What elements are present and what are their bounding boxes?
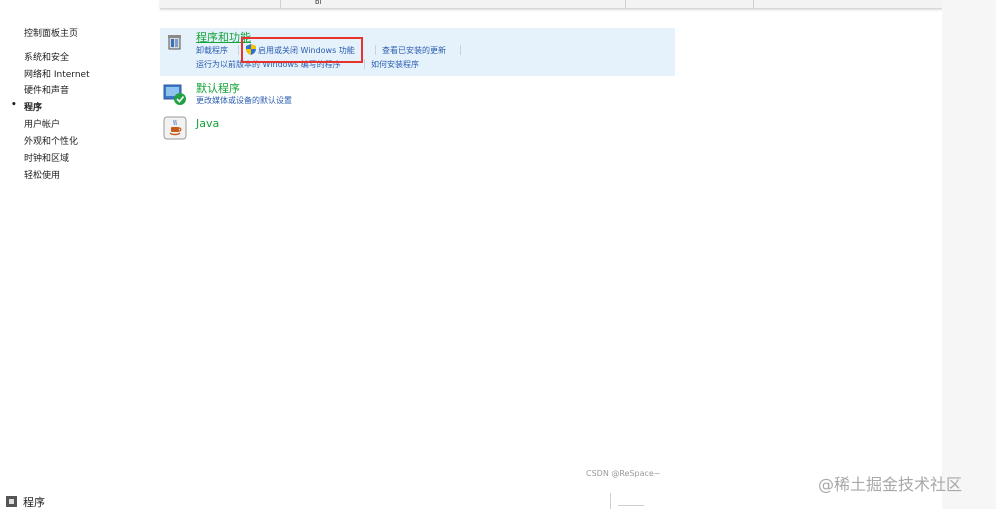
taskbar-programs-label: 程序 bbox=[23, 496, 45, 509]
default-programs-title[interactable]: 默认程序 bbox=[196, 80, 240, 96]
top-divider bbox=[280, 0, 281, 8]
java-icon bbox=[163, 116, 187, 143]
link-separator bbox=[375, 45, 376, 55]
bottom-divider bbox=[610, 493, 611, 509]
link-separator bbox=[238, 45, 239, 55]
sidebar-item-programs[interactable]: • 程序 bbox=[11, 100, 43, 113]
sidebar-item-ease-of-access[interactable]: 轻松使用 bbox=[24, 168, 60, 181]
sidebar-item-network[interactable]: 网络和 Internet bbox=[24, 67, 90, 80]
top-divider bbox=[625, 0, 626, 8]
change-default-settings-link[interactable]: 更改媒体或设备的默认设置 bbox=[196, 95, 292, 106]
right-strip bbox=[942, 0, 996, 509]
sidebar-item-clock-region[interactable]: 时钟和区域 bbox=[24, 151, 69, 164]
window-top-bar: bl bbox=[160, 0, 942, 9]
taskbar-programs-item[interactable]: 程序 bbox=[6, 494, 45, 510]
control-panel-icon bbox=[6, 496, 17, 507]
current-bullet: • bbox=[11, 100, 17, 110]
default-programs-icon bbox=[163, 84, 187, 109]
csdn-watermark: CSDN @ReSpace~ bbox=[586, 469, 661, 478]
sidebar-item-system-security[interactable]: 系统和安全 bbox=[24, 50, 69, 63]
sidebar-home-link[interactable]: 控制面板主页 bbox=[24, 26, 78, 39]
annotation-highlight-box bbox=[241, 37, 363, 63]
sidebar-item-label: 程序 bbox=[24, 103, 43, 113]
sidebar-item-appearance[interactable]: 外观和个性化 bbox=[24, 134, 78, 147]
uninstall-program-link[interactable]: 卸载程序 bbox=[196, 45, 228, 56]
link-separator bbox=[460, 45, 461, 55]
top-fragment: bl bbox=[315, 0, 322, 6]
juejin-watermark: @稀土掘金技术社区 bbox=[818, 475, 963, 494]
sidebar-item-hardware-sound[interactable]: 硬件和声音 bbox=[24, 83, 69, 96]
java-title[interactable]: Java bbox=[196, 117, 219, 130]
link-separator bbox=[364, 59, 365, 69]
programs-features-icon bbox=[166, 33, 184, 54]
sidebar-item-user-accounts[interactable]: 用户帐户 bbox=[24, 117, 60, 130]
installed-updates-link[interactable]: 查看已安装的更新 bbox=[382, 45, 446, 56]
top-divider bbox=[753, 0, 754, 8]
bottom-divider bbox=[618, 505, 644, 506]
how-to-install-link[interactable]: 如何安装程序 bbox=[371, 59, 419, 70]
